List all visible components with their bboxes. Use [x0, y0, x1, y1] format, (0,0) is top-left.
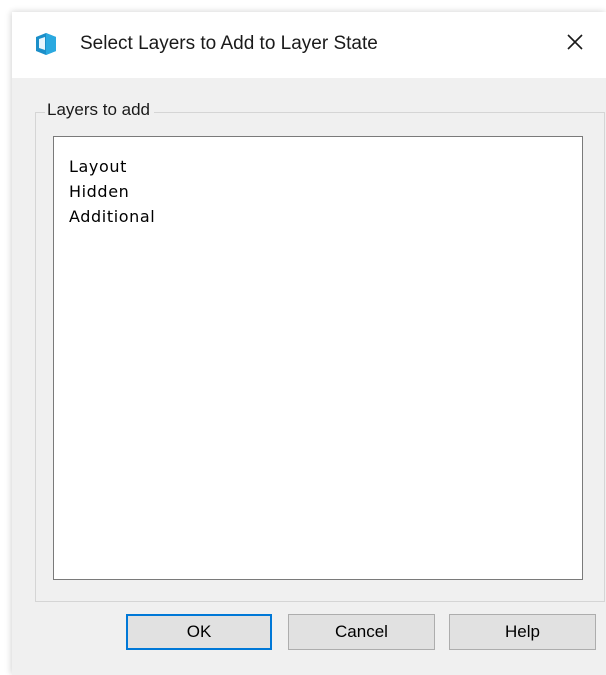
dialog-title: Select Layers to Add to Layer State	[80, 33, 378, 54]
ok-button[interactable]: OK	[126, 614, 272, 650]
cancel-button[interactable]: Cancel	[288, 614, 435, 650]
autocad-app-icon	[36, 33, 56, 55]
list-item[interactable]: Hidden	[69, 179, 582, 204]
list-item[interactable]: Layout	[69, 154, 582, 179]
title-bar[interactable]: Select Layers to Add to Layer State	[12, 12, 606, 78]
help-button[interactable]: Help	[449, 614, 596, 650]
close-icon	[566, 33, 584, 56]
list-item[interactable]: Additional	[69, 204, 582, 229]
close-button[interactable]	[555, 26, 595, 62]
layers-to-add-label: Layers to add	[45, 100, 155, 120]
layers-listbox[interactable]: Layout Hidden Additional	[53, 136, 583, 580]
